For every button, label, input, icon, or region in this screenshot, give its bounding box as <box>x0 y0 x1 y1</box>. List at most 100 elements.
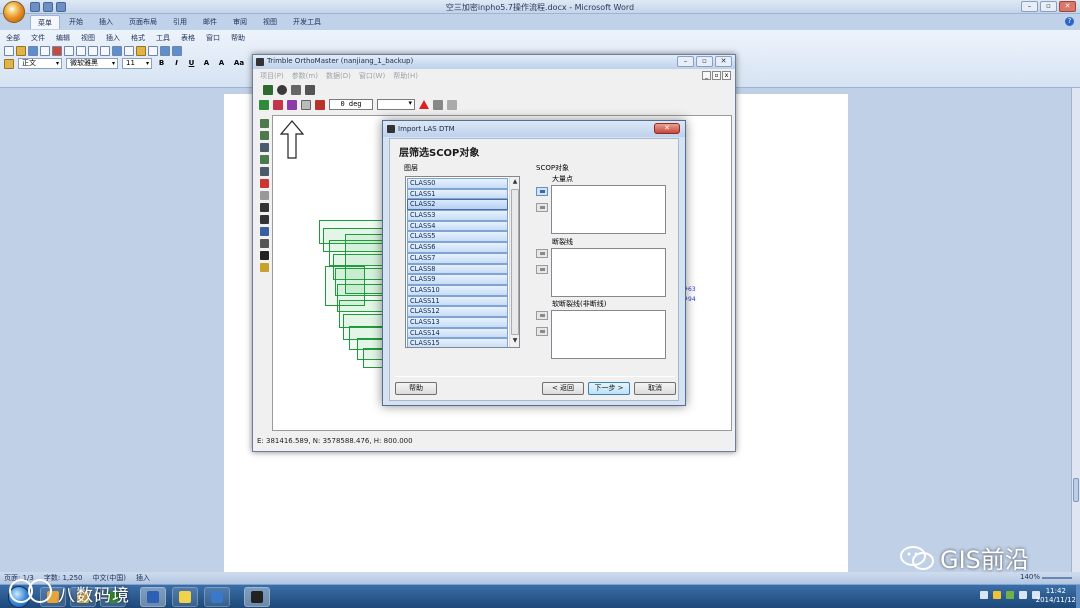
restore-button[interactable]: ▫ <box>1040 1 1057 12</box>
menu-all[interactable]: 全部 <box>2 32 24 44</box>
zoom-slider[interactable] <box>1042 577 1072 579</box>
print-icon[interactable] <box>259 215 269 224</box>
menu-insert[interactable]: 插入 <box>102 32 124 44</box>
layer-item[interactable]: CLASS9 <box>407 274 508 285</box>
tab-home[interactable]: 开始 <box>62 15 90 29</box>
styles-icon[interactable] <box>4 58 14 69</box>
tab-developer[interactable]: 开发工具 <box>286 15 328 29</box>
taskbar-app-orthomaster[interactable] <box>244 587 270 607</box>
zoom-window-icon[interactable] <box>259 155 269 164</box>
menu-file[interactable]: 文件 <box>27 32 49 44</box>
add-to-soft-breaklines-button[interactable] <box>536 311 548 320</box>
research-icon[interactable] <box>100 46 110 56</box>
scrollbar-thumb[interactable] <box>1073 478 1079 502</box>
menu-window[interactable]: 窗口 <box>202 32 224 44</box>
cut-icon[interactable] <box>112 46 122 56</box>
zoom-extent-icon[interactable] <box>259 167 269 176</box>
layer-red-icon[interactable] <box>273 99 283 110</box>
layer-item[interactable]: CLASS6 <box>407 242 508 253</box>
layer-item[interactable]: CLASS3 <box>407 210 508 221</box>
layer-item[interactable]: CLASS11 <box>407 295 508 307</box>
layer-item[interactable]: CLASS12 <box>407 306 508 317</box>
italic-button[interactable]: I <box>171 58 182 69</box>
pointer-icon[interactable] <box>315 99 325 110</box>
scroll-down-icon[interactable]: ▼ <box>511 337 519 345</box>
mass-points-list[interactable] <box>551 185 666 234</box>
font-size-select[interactable]: 11 <box>122 58 152 69</box>
mdi-close-button[interactable]: x <box>722 71 731 80</box>
save-icon[interactable] <box>28 46 38 56</box>
tab-references[interactable]: 引用 <box>166 15 194 29</box>
scrollbar-thumb[interactable] <box>511 189 519 335</box>
open-icon[interactable] <box>16 46 26 56</box>
mdi-minimize-button[interactable]: _ <box>702 71 711 80</box>
next-button[interactable]: 下一步 > <box>588 382 630 395</box>
spelling-icon[interactable] <box>88 46 98 56</box>
font-select[interactable]: 微软雅黑 <box>66 58 118 69</box>
tab-view[interactable]: 视图 <box>256 15 284 29</box>
layer-list[interactable]: CLASS0 CLASS1 CLASS2 CLASS3 CLASS4 CLASS… <box>405 176 520 348</box>
tab-menu[interactable]: 菜单 <box>30 15 60 29</box>
redo-icon[interactable] <box>172 46 182 56</box>
table-icon[interactable] <box>433 99 443 110</box>
layer-item[interactable]: CLASS2 <box>407 199 508 211</box>
angle-input[interactable]: 0 deg <box>329 99 373 110</box>
network-icon[interactable] <box>1019 591 1027 599</box>
undo-icon[interactable] <box>160 46 170 56</box>
layer-item[interactable]: CLASS13 <box>407 316 508 328</box>
layer-item[interactable]: CLASS15 <box>407 338 508 347</box>
tray-icon[interactable] <box>980 591 988 599</box>
style-select[interactable]: 正文 <box>18 58 62 69</box>
export-icon[interactable] <box>291 85 301 95</box>
char-border-button[interactable]: A <box>216 58 227 69</box>
help-icon[interactable]: ? <box>1065 17 1074 26</box>
new-icon[interactable] <box>4 46 14 56</box>
tab-mailings[interactable]: 邮件 <box>196 15 224 29</box>
document-icon[interactable] <box>259 203 269 212</box>
pdf-icon[interactable] <box>52 46 62 56</box>
tab-insert[interactable]: 插入 <box>92 15 120 29</box>
lines-icon[interactable] <box>447 99 457 110</box>
menu-tools[interactable]: 工具 <box>152 32 174 44</box>
layer-item[interactable]: CLASS5 <box>407 231 508 243</box>
menu-window[interactable]: 窗口(W) <box>356 71 388 82</box>
menu-edit[interactable]: 编辑 <box>52 32 74 44</box>
paste-icon[interactable] <box>136 46 146 56</box>
menu-table[interactable]: 表格 <box>177 32 199 44</box>
layer-item[interactable]: CLASS8 <box>407 263 508 275</box>
dialog-close-button[interactable]: ✕ <box>654 123 680 134</box>
layer-purple-icon[interactable] <box>287 99 297 110</box>
underline-button[interactable]: U <box>186 58 197 69</box>
layer-item[interactable]: CLASS1 <box>407 188 508 200</box>
print-preview-icon[interactable] <box>76 46 86 56</box>
layer-list-scrollbar[interactable]: ▲ ▼ <box>509 177 519 347</box>
maximize-button[interactable]: ▫ <box>696 56 713 67</box>
menu-view[interactable]: 视图 <box>77 32 99 44</box>
print-icon[interactable] <box>64 46 74 56</box>
grid-icon[interactable] <box>301 99 311 110</box>
menu-format[interactable]: 格式 <box>127 32 149 44</box>
info-icon[interactable] <box>259 263 269 272</box>
layer-item[interactable]: CLASS10 <box>407 284 508 296</box>
tray-icon[interactable] <box>1006 591 1014 599</box>
clock[interactable]: 11:42 2014/11/12 <box>1036 587 1076 605</box>
tab-page-layout[interactable]: 页面布局 <box>122 15 164 29</box>
help-button[interactable]: 帮助 <box>395 382 437 395</box>
add-to-breaklines-button[interactable] <box>536 249 548 258</box>
bold-button[interactable]: B <box>156 58 167 69</box>
grid-icon[interactable] <box>259 239 269 248</box>
project-icon[interactable] <box>263 85 273 95</box>
layer-item[interactable]: CLASS4 <box>407 220 508 232</box>
copy-icon[interactable] <box>124 46 134 56</box>
add-to-mass-points-button[interactable] <box>536 187 548 196</box>
close-button[interactable]: ✕ <box>715 56 732 67</box>
change-case-button[interactable]: Aa <box>231 58 247 69</box>
menu-help[interactable]: 帮助 <box>227 32 249 44</box>
layer-item[interactable]: CLASS7 <box>407 252 508 264</box>
pan-hand-icon[interactable] <box>259 143 269 152</box>
menu-parameters[interactable]: 参数(m) <box>289 71 321 82</box>
layer-item[interactable]: CLASS0 <box>407 178 508 189</box>
measure-icon[interactable] <box>259 191 269 200</box>
minimize-button[interactable]: – <box>1021 1 1038 12</box>
breaklines-list[interactable] <box>551 248 666 297</box>
